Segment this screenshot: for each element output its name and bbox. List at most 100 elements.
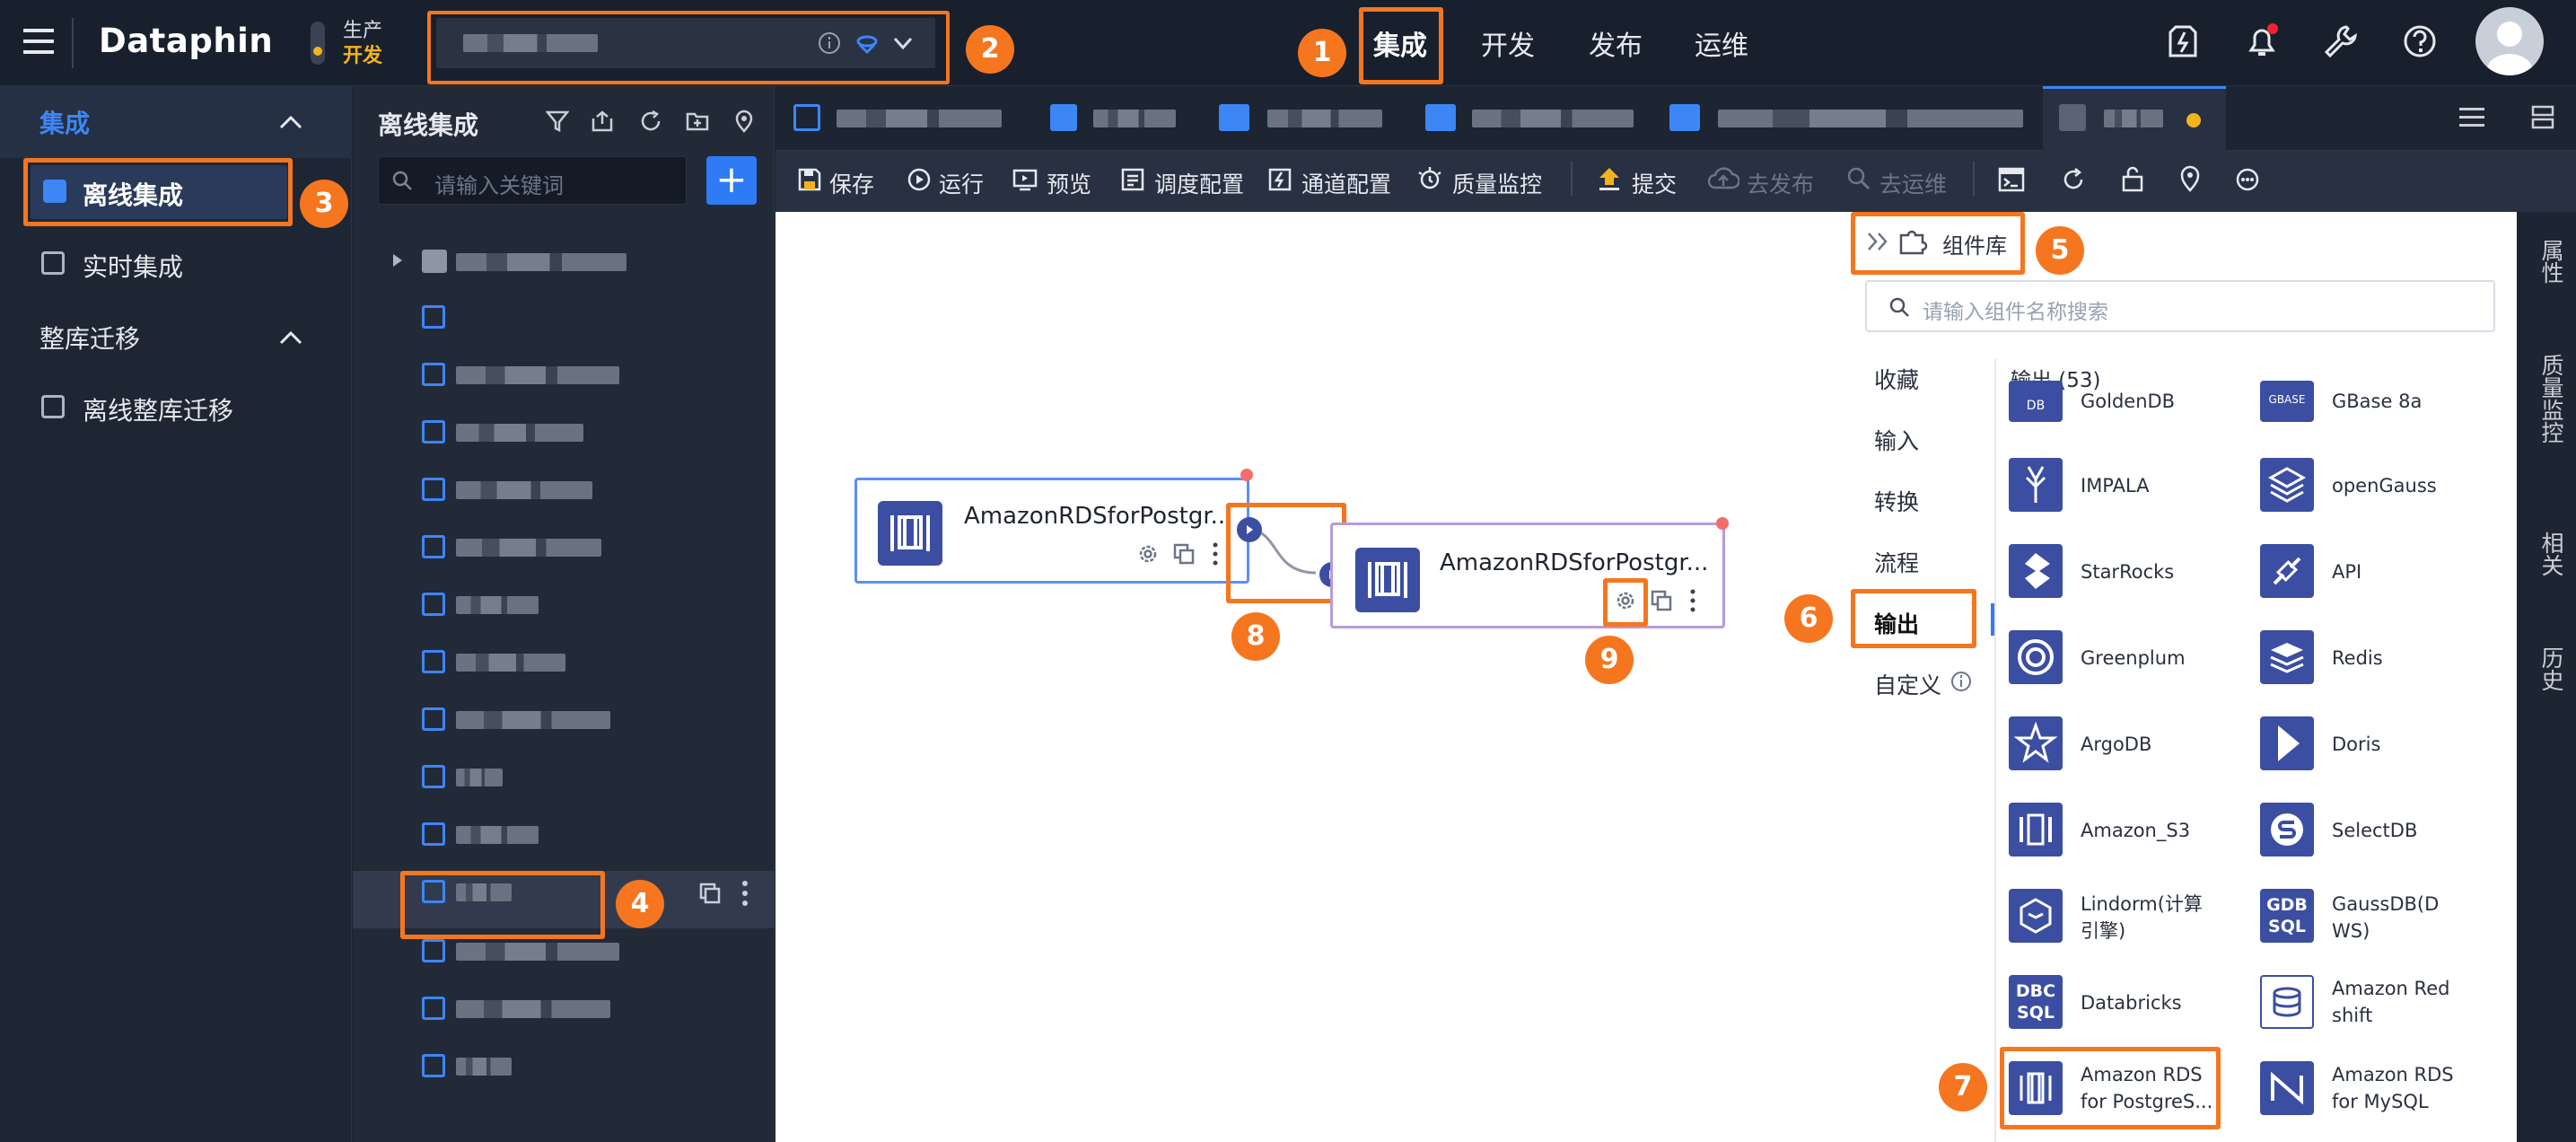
component-lindorm[interactable]: Lindorm(计算引擎) <box>2081 891 2215 944</box>
category-custom[interactable]: 自定义 <box>1874 668 1941 700</box>
gear-icon[interactable] <box>1614 589 1637 612</box>
nav-section-integration[interactable]: 集成 <box>39 104 90 140</box>
node-delete-dot[interactable] <box>1240 469 1253 481</box>
tree-search-input[interactable]: 请输入关键词 <box>378 156 687 205</box>
rail-history[interactable]: 历史 <box>2529 646 2565 691</box>
new-folder-icon[interactable] <box>686 110 709 133</box>
more-horizontal-icon[interactable] <box>2235 167 2260 192</box>
component-doris[interactable]: Doris <box>2332 731 2380 758</box>
go-ops-button[interactable]: 去运维 <box>1879 167 1947 199</box>
component-search-input[interactable]: 请输入组件名称搜索 <box>1865 280 2495 332</box>
schedule-config-button[interactable]: 调度配置 <box>1154 167 1244 199</box>
nav-ops[interactable]: 运维 <box>1695 23 1748 63</box>
component-redshift[interactable]: Amazon Redshift <box>2332 975 2454 1029</box>
component-amazon-rds-mysql[interactable]: Amazon RDS for MySQL <box>2332 1061 2458 1115</box>
category-input[interactable]: 输入 <box>1874 424 1919 456</box>
tree-item-blurred[interactable] <box>456 1058 512 1076</box>
double-chevron-icon[interactable] <box>1865 230 1892 253</box>
tab-list-icon[interactable] <box>2459 106 2484 129</box>
wrench-icon[interactable] <box>2323 23 2359 59</box>
tree-item-blurred[interactable] <box>456 539 601 557</box>
tree-folder-blurred[interactable] <box>456 253 626 271</box>
component-api[interactable]: API <box>2332 558 2361 585</box>
component-databricks[interactable]: Databricks <box>2081 989 2182 1016</box>
run-button[interactable]: 运行 <box>939 167 984 199</box>
chevron-down-icon[interactable] <box>890 31 916 56</box>
terminal-icon[interactable] <box>1998 167 2025 192</box>
category-output[interactable]: 输出 <box>1874 607 1919 639</box>
component-opengauss[interactable]: openGauss <box>2332 472 2437 499</box>
avatar[interactable] <box>2475 7 2544 75</box>
layout-icon[interactable] <box>2529 104 2556 131</box>
tree-item-blurred[interactable] <box>456 366 619 384</box>
bell-icon[interactable] <box>2244 23 2280 59</box>
tree-item-blurred[interactable] <box>456 826 539 844</box>
tree-item-blurred[interactable] <box>456 943 619 961</box>
help-icon[interactable] <box>2402 23 2438 59</box>
refresh-icon[interactable] <box>639 110 662 133</box>
component-amazon-s3[interactable]: Amazon_S3 <box>2081 817 2190 844</box>
component-amazon-rds-postgres[interactable]: Amazon RDS for PostgreS... <box>2081 1061 2215 1115</box>
chevron-up-icon[interactable] <box>278 329 303 347</box>
rail-quality-monitor[interactable]: 质量监控 <box>2529 354 2565 444</box>
copy-icon[interactable] <box>698 882 722 905</box>
filter-icon[interactable] <box>546 110 569 133</box>
nav-item-realtime-integration[interactable]: 实时集成 <box>83 248 183 284</box>
task-icon[interactable] <box>2165 23 2201 59</box>
nav-item-offline-integration[interactable]: 离线集成 <box>31 165 287 219</box>
add-button[interactable]: + <box>706 156 757 205</box>
gear-icon[interactable] <box>1136 542 1160 566</box>
tab-blurred[interactable] <box>837 110 1002 127</box>
rail-related[interactable]: 相关 <box>2529 531 2565 576</box>
chevron-up-icon[interactable] <box>278 113 303 131</box>
component-impala[interactable]: IMPALA <box>2081 472 2150 499</box>
rail-properties[interactable]: 属性 <box>2529 239 2565 284</box>
export-icon[interactable] <box>591 110 614 133</box>
component-greenplum[interactable]: Greenplum <box>2081 645 2186 672</box>
tree-item-blurred[interactable] <box>456 481 592 499</box>
component-selectdb[interactable]: SelectDB <box>2332 817 2417 844</box>
tree-item-blurred[interactable] <box>456 654 565 672</box>
info-icon[interactable] <box>1950 670 1973 693</box>
project-selector[interactable] <box>436 18 935 68</box>
tree-item-blurred[interactable] <box>456 711 610 729</box>
component-goldendb[interactable]: GoldenDB <box>2081 388 2175 415</box>
tree-item-blurred[interactable] <box>456 596 539 614</box>
copy-icon[interactable] <box>1172 542 1196 566</box>
preview-button[interactable]: 预览 <box>1047 167 1091 199</box>
more-vertical-icon[interactable] <box>1689 589 1696 612</box>
pipeline-canvas[interactable] <box>775 212 1842 1142</box>
tab-blurred[interactable] <box>1718 110 2023 127</box>
component-gaussdb[interactable]: GaussDB(DWS) <box>2332 891 2443 944</box>
category-favorites[interactable]: 收藏 <box>1874 363 1919 395</box>
tree-item-blurred[interactable] <box>456 1000 610 1018</box>
nav-section-migration[interactable]: 整库迁移 <box>39 320 140 356</box>
tab-blurred[interactable] <box>1472 110 1634 127</box>
nav-item-offline-migration[interactable]: 离线整库迁移 <box>83 391 233 427</box>
nav-integration[interactable]: 集成 <box>1373 23 1427 63</box>
menu-icon[interactable] <box>23 27 54 56</box>
category-flow[interactable]: 流程 <box>1874 546 1919 578</box>
channel-config-button[interactable]: 通道配置 <box>1301 167 1391 199</box>
go-publish-button[interactable]: 去发布 <box>1747 167 1814 199</box>
tab-blurred[interactable] <box>1267 110 1382 127</box>
category-transform[interactable]: 转换 <box>1874 485 1919 517</box>
tree-item-blurred[interactable] <box>456 424 583 442</box>
tab-blurred[interactable] <box>1093 110 1176 127</box>
locate-icon[interactable] <box>732 110 756 133</box>
quality-monitor-button[interactable]: 质量监控 <box>1452 167 1542 199</box>
node-delete-dot[interactable] <box>1716 517 1729 530</box>
info-icon[interactable] <box>817 31 842 56</box>
tree-item-blurred[interactable] <box>456 769 503 786</box>
more-vertical-icon[interactable] <box>1212 542 1219 566</box>
env-switch[interactable] <box>311 22 325 65</box>
refresh-icon[interactable] <box>2061 167 2086 192</box>
copy-icon[interactable] <box>1650 589 1673 612</box>
caret-right-icon[interactable] <box>391 253 404 268</box>
component-redis[interactable]: Redis <box>2332 645 2383 672</box>
more-vertical-icon[interactable] <box>741 880 749 907</box>
env-label-dev[interactable]: 开发 <box>343 40 382 68</box>
save-button[interactable]: 保存 <box>829 167 874 199</box>
component-gbase[interactable]: GBase 8a <box>2332 388 2422 415</box>
nav-publish[interactable]: 发布 <box>1589 23 1643 63</box>
